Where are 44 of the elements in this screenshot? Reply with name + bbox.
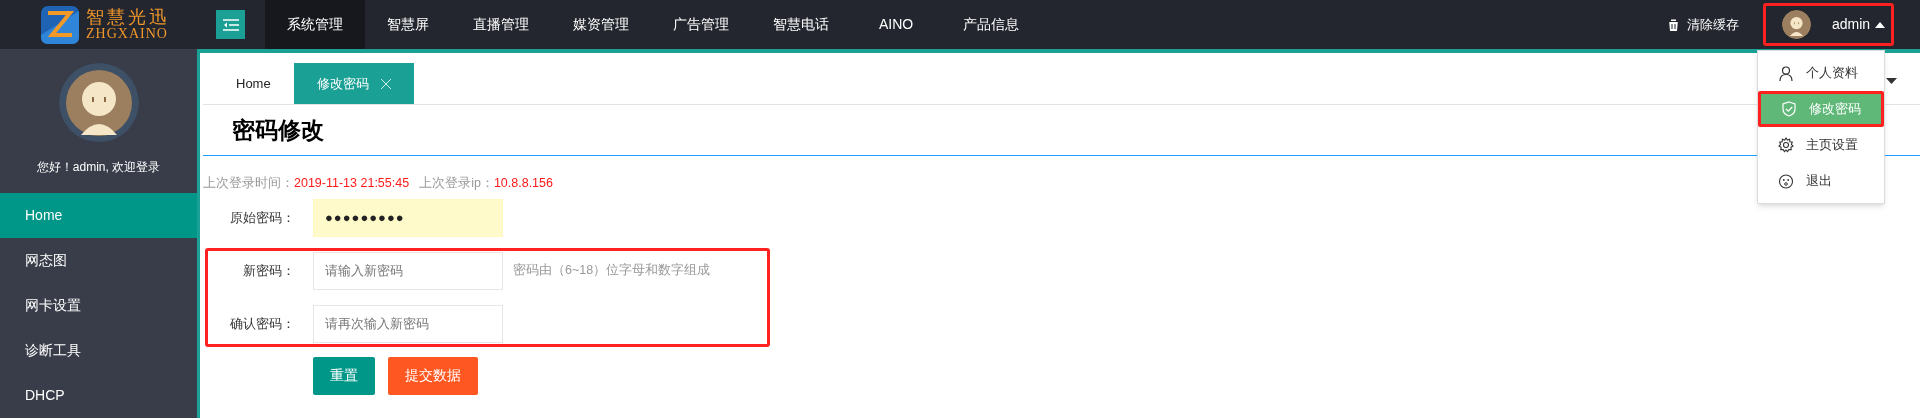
last-login-text: 上次登录时间：2019-11-13 21:55:45 上次登录ip：10.8.8.156 — [203, 175, 553, 192]
sidebar-item[interactable]: 诊断工具 — [0, 328, 197, 373]
caret-down-icon[interactable] — [1886, 78, 1897, 84]
sidebar-item[interactable]: 网卡设置 — [0, 283, 197, 328]
page-title: 密码修改 — [232, 115, 324, 145]
hint-text: 密码由（6~18）位字母和数字组成 — [513, 262, 711, 280]
sidebar-item[interactable]: Home — [0, 193, 197, 238]
nav-tab[interactable]: AINO — [857, 0, 936, 49]
input-field[interactable]: 请输入新密码 — [313, 251, 503, 290]
nav-tab[interactable]: 智慧屏 — [365, 0, 451, 49]
gear-icon — [1778, 137, 1794, 153]
menu-item[interactable]: 个人资料 — [1758, 55, 1884, 91]
sidebar-item[interactable]: 网态图 — [0, 238, 197, 283]
input-field[interactable]: 请再次输入新密码 — [313, 304, 503, 343]
input-field[interactable]: ●●●●●●●●● — [313, 198, 503, 237]
logo-icon — [40, 4, 80, 45]
nav-tab[interactable]: 直播管理 — [451, 0, 551, 49]
trash-icon — [1668, 18, 1679, 31]
person-icon — [1779, 65, 1793, 81]
menu-toggle-button[interactable] — [216, 10, 245, 39]
field-label: 确认密码： — [229, 315, 295, 333]
close-icon[interactable] — [380, 78, 391, 89]
logo-title: 智慧光迅 — [86, 8, 170, 26]
avatar — [1782, 10, 1811, 39]
menu-item[interactable]: 主页设置 — [1758, 127, 1884, 163]
nav-tab[interactable]: 智慧电话 — [751, 0, 851, 49]
nav-tab[interactable]: 产品信息 — [941, 0, 1042, 49]
face-icon — [1778, 173, 1794, 189]
greeting-text: 您好！admin, 欢迎登录 — [36, 159, 161, 176]
field-label: 新密码： — [242, 262, 295, 280]
caret-up-icon — [1875, 21, 1886, 28]
user-menu-button[interactable]: admin — [1763, 3, 1894, 46]
nav-tab[interactable]: 广告管理 — [651, 0, 751, 49]
menu-icon — [222, 18, 239, 31]
nav-tab[interactable]: 媒资管理 — [551, 0, 651, 49]
clear-cache-button[interactable]: 清除缓存 — [1668, 14, 1739, 35]
shield-check-icon — [1782, 101, 1796, 117]
menu-item[interactable]: 退出 — [1758, 163, 1884, 199]
reset-button[interactable]: 重置 — [313, 356, 375, 395]
field-label: 原始密码： — [229, 209, 295, 227]
page-tab[interactable]: Home — [213, 63, 294, 104]
logo-subtitle: ZHGXAINO — [86, 27, 169, 41]
nav-tab[interactable]: 系统管理 — [265, 0, 365, 49]
sidebar-item[interactable]: DHCP — [0, 373, 197, 418]
